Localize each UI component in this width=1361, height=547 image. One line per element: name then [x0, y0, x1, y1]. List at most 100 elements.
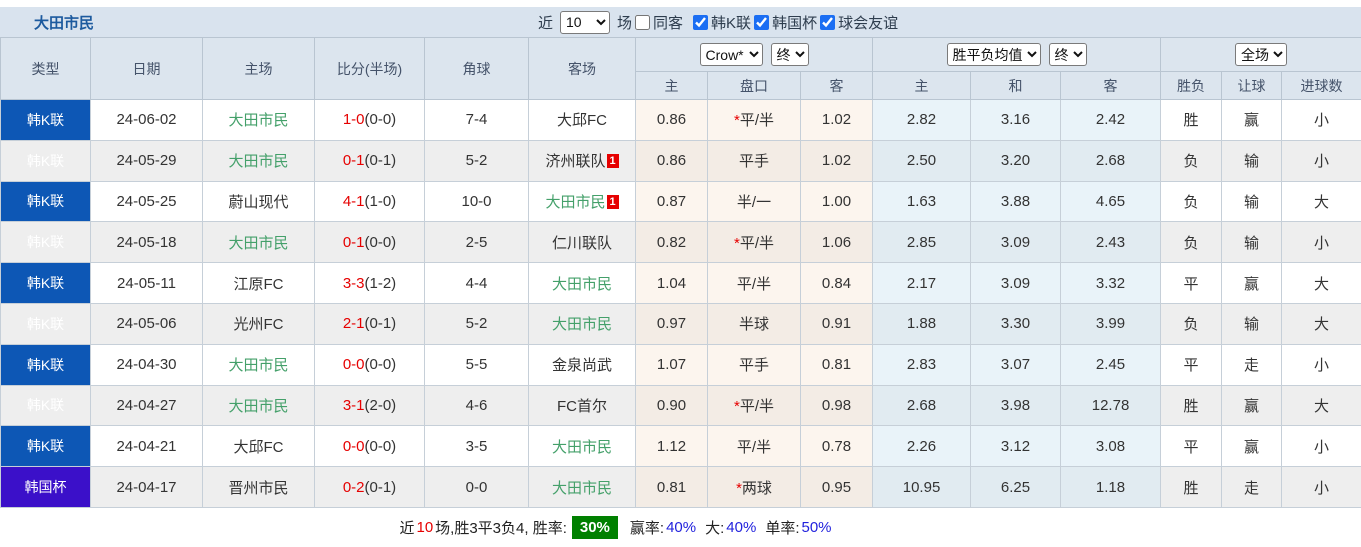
team-name[interactable]: 金泉尚武	[552, 357, 612, 374]
sub-header-avg-away: 客	[1061, 72, 1161, 100]
cell-avg-away: 3.08	[1061, 426, 1161, 467]
team-name[interactable]: 大田市民	[228, 235, 288, 252]
cell-handicap-result: 输	[1222, 181, 1282, 222]
team-name[interactable]: 仁川联队	[552, 235, 612, 252]
cell-odds-home: 0.87	[636, 181, 708, 222]
halftime-score: (0-0)	[365, 438, 397, 455]
team-name[interactable]: 江原FC	[234, 276, 284, 293]
team-name[interactable]: FC首尔	[557, 398, 607, 415]
handicap-text: 平手	[739, 357, 769, 374]
cell-score: 3-1(2-0)	[315, 385, 425, 426]
cell-odds-away: 0.95	[801, 467, 873, 508]
team-name[interactable]: 大田市民	[228, 153, 288, 170]
summary-bar: 近 10 场,胜3平3负4, 胜率: 30% 赢率: 40% 大: 40% 单率…	[0, 508, 1361, 547]
big-rate-label: 大:	[705, 517, 724, 538]
avg-time-select[interactable]: 终	[1049, 43, 1087, 66]
cell-goals: 大	[1282, 303, 1361, 344]
recent-count-select[interactable]: 10	[560, 11, 610, 34]
team-name[interactable]: 大田市民	[552, 316, 612, 333]
cell-handicap: 平手	[708, 140, 801, 181]
cell-date: 24-05-18	[91, 222, 203, 263]
cell-avg-draw: 3.09	[971, 222, 1061, 263]
odds-company-select[interactable]: Crow*	[700, 43, 763, 66]
handicap-rate-label: 赢率:	[630, 517, 664, 538]
team-name[interactable]: 大田市民	[552, 480, 612, 497]
cell-result: 负	[1161, 181, 1222, 222]
match-row: 韩K联24-05-06光州FC2-1(0-1)5-2大田市民0.97半球0.91…	[1, 303, 1361, 344]
league-koreacup-label: 韩国杯	[772, 12, 817, 33]
cell-goals: 小	[1282, 426, 1361, 467]
odds-time-select[interactable]: 终	[771, 43, 809, 66]
cell-corners: 5-5	[425, 344, 529, 385]
fulltime-score: 0-0	[343, 438, 365, 455]
cell-goals: 大	[1282, 385, 1361, 426]
handicap-rate-value: 40%	[666, 519, 696, 536]
scope-select[interactable]: 全场	[1235, 43, 1287, 66]
cell-avg-draw: 3.07	[971, 344, 1061, 385]
team-name[interactable]: 蔚山现代	[228, 194, 288, 211]
team-name[interactable]: 大田市民	[228, 398, 288, 415]
cell-odds-home: 0.81	[636, 467, 708, 508]
red-card-badge: 1	[607, 195, 619, 209]
same-opponent-label: 同客	[653, 12, 683, 33]
col-header-type: 类型	[1, 38, 91, 100]
cell-avg-home: 2.85	[873, 222, 971, 263]
cell-avg-away: 2.45	[1061, 344, 1161, 385]
match-row: 韩K联24-04-30大田市民0-0(0-0)5-5金泉尚武1.07平手0.81…	[1, 344, 1361, 385]
cell-date: 24-05-25	[91, 181, 203, 222]
cell-handicap-result: 走	[1222, 467, 1282, 508]
cell-handicap: 半球	[708, 303, 801, 344]
cell-handicap: *平/半	[708, 100, 801, 141]
single-rate-value: 50%	[801, 519, 831, 536]
cell-avg-home: 2.50	[873, 140, 971, 181]
summary-stats: 场,胜3平3负4, 胜率:	[435, 517, 567, 538]
cell-corners: 0-0	[425, 467, 529, 508]
league-type-badge: 韩K联	[1, 263, 91, 304]
team-name[interactable]: 大田市民	[552, 276, 612, 293]
cell-home-team: 蔚山现代	[203, 181, 315, 222]
halftime-score: (0-0)	[365, 356, 397, 373]
cell-away-team: 金泉尚武	[529, 344, 636, 385]
league-type-badge: 韩K联	[1, 140, 91, 181]
team-name[interactable]: 大邱FC	[557, 112, 607, 129]
cell-goals: 大	[1282, 181, 1361, 222]
league-koreacup-checkbox[interactable]	[754, 15, 769, 30]
handicap-text: 平/半	[740, 235, 774, 252]
league-friendly-checkbox[interactable]	[820, 15, 835, 30]
team-name[interactable]: 大田市民	[545, 194, 605, 211]
same-opponent-checkbox[interactable]	[635, 15, 650, 30]
cell-score: 2-1(0-1)	[315, 303, 425, 344]
cell-goals: 小	[1282, 100, 1361, 141]
halftime-score: (1-0)	[365, 193, 397, 210]
team-name[interactable]: 大田市民	[552, 439, 612, 456]
sub-header-avg-draw: 和	[971, 72, 1061, 100]
league-type-badge: 韩K联	[1, 303, 91, 344]
cell-result: 平	[1161, 426, 1222, 467]
cell-away-team: 大田市民1	[529, 181, 636, 222]
sub-header-odds-home: 主	[636, 72, 708, 100]
league-kleague-checkbox[interactable]	[693, 15, 708, 30]
team-name[interactable]: 晋州市民	[228, 480, 288, 497]
team-name[interactable]: 大田市民	[228, 357, 288, 374]
team-name[interactable]: 大田市民	[228, 112, 288, 129]
match-row: 韩K联24-06-02大田市民1-0(0-0)7-4大邱FC0.86*平/半1.…	[1, 100, 1361, 141]
fulltime-score: 2-1	[343, 315, 365, 332]
cell-avg-draw: 3.09	[971, 263, 1061, 304]
cell-avg-draw: 6.25	[971, 467, 1061, 508]
sub-header-handicap-result: 让球	[1222, 72, 1282, 100]
sub-header-avg-home: 主	[873, 72, 971, 100]
team-name[interactable]: 济州联队	[545, 153, 605, 170]
cell-date: 24-05-29	[91, 140, 203, 181]
team-name[interactable]: 光州FC	[234, 316, 284, 333]
cell-handicap-result: 赢	[1222, 100, 1282, 141]
cell-away-team: 大田市民	[529, 303, 636, 344]
cell-odds-home: 0.90	[636, 385, 708, 426]
halftime-score: (0-1)	[365, 315, 397, 332]
cell-home-team: 大田市民	[203, 222, 315, 263]
league-type-badge: 韩K联	[1, 426, 91, 467]
cell-result: 胜	[1161, 385, 1222, 426]
avg-type-select[interactable]: 胜平负均值	[947, 43, 1041, 66]
team-name[interactable]: 大邱FC	[234, 439, 284, 456]
league-type-badge: 韩K联	[1, 100, 91, 141]
cell-odds-away: 0.91	[801, 303, 873, 344]
